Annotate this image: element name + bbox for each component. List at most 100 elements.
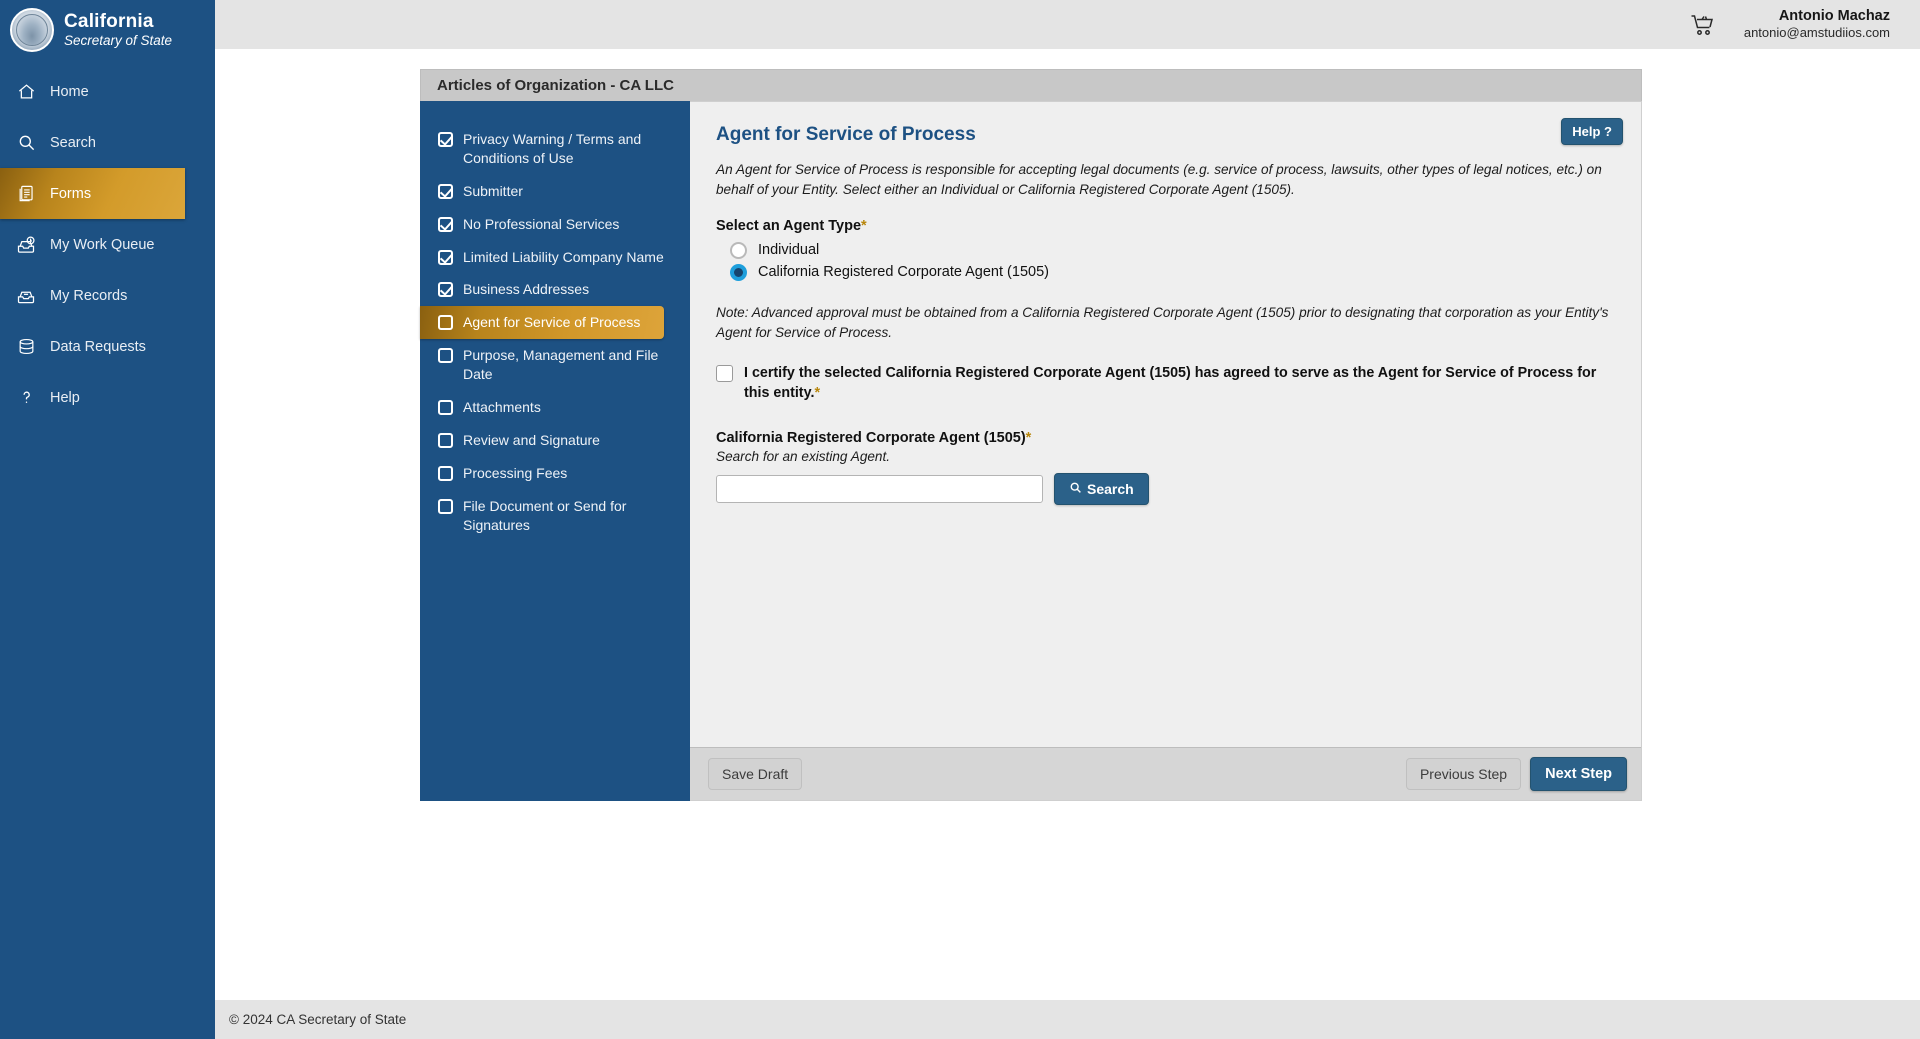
form-step-label: Purpose, Management and File Date — [463, 346, 676, 384]
form-step-label: Attachments — [463, 398, 541, 417]
step-unchecked-icon — [438, 400, 453, 415]
form-step-list: Privacy Warning / Terms and Conditions o… — [420, 101, 690, 801]
radio-individual-input[interactable] — [730, 242, 747, 259]
certify-checkbox-row[interactable]: I certify the selected California Regist… — [716, 363, 1615, 404]
sidebar: California Secretary of State Home — [0, 0, 215, 1039]
required-asterisk: * — [814, 385, 820, 401]
page-title: Agent for Service of Process — [716, 124, 1615, 146]
form-step-item[interactable]: Review and Signature — [420, 424, 690, 457]
agent-search-label: California Registered Corporate Agent (1… — [716, 430, 1615, 446]
agent-search-button-label: Search — [1087, 481, 1134, 497]
main-region: Antonio Machaz antonio@amstudiios.com Ar… — [215, 0, 1920, 1039]
form-step-item[interactable]: Privacy Warning / Terms and Conditions o… — [420, 123, 690, 175]
agent-search-label-text: California Registered Corporate Agent (1… — [716, 430, 1026, 446]
agent-type-label: Select an Agent Type* — [716, 218, 1615, 234]
sidebar-nav: Home Search Forms — [0, 66, 215, 423]
copyright-text: © 2024 CA Secretary of State — [229, 1012, 406, 1027]
form-step-label: Submitter — [463, 182, 523, 201]
form-step-item[interactable]: Business Addresses — [420, 273, 690, 306]
form-panel: Help ? Agent for Service of Process An A… — [690, 101, 1642, 801]
sidebar-item-my-work-queue[interactable]: My Work Queue — [0, 219, 215, 270]
sidebar-item-label: Help — [50, 390, 80, 406]
agent-type-label-text: Select an Agent Type — [716, 218, 861, 234]
brand-text: California Secretary of State — [64, 12, 172, 48]
question-mark-icon — [16, 388, 36, 408]
form-step-label: Business Addresses — [463, 280, 589, 299]
form-step-label: No Professional Services — [463, 215, 619, 234]
sidebar-item-label: Forms — [50, 186, 91, 202]
panel-content: Help ? Agent for Service of Process An A… — [690, 102, 1641, 747]
form-body: Privacy Warning / Terms and Conditions o… — [420, 101, 1642, 801]
step-unchecked-icon — [438, 466, 453, 481]
agent-search-button[interactable]: Search — [1054, 473, 1149, 505]
form-step-item[interactable]: Attachments — [420, 391, 690, 424]
form-step-label: Review and Signature — [463, 431, 600, 450]
forms-icon — [16, 184, 36, 204]
form-step-label: Agent for Service of Process — [463, 313, 640, 332]
form-footer: Save Draft Previous Step Next Step — [690, 747, 1641, 800]
sidebar-item-label: My Work Queue — [50, 237, 155, 253]
sidebar-item-label: My Records — [50, 288, 127, 304]
step-checked-icon — [438, 184, 453, 199]
user-account-info[interactable]: Antonio Machaz antonio@amstudiios.com — [1744, 7, 1890, 41]
page-footer: © 2024 CA Secretary of State — [215, 1000, 1920, 1039]
step-checked-icon — [438, 217, 453, 232]
footer-nav-buttons: Previous Step Next Step — [1406, 757, 1627, 791]
sidebar-item-label: Home — [50, 84, 89, 100]
form-step-item[interactable]: Processing Fees — [420, 457, 690, 490]
radio-option-corporate-agent[interactable]: California Registered Corporate Agent (1… — [730, 264, 1615, 281]
form-step-item[interactable]: No Professional Services — [420, 208, 690, 241]
form-step-item[interactable]: Submitter — [420, 175, 690, 208]
help-button[interactable]: Help ? — [1561, 118, 1623, 145]
form-card: Articles of Organization - CA LLC Privac… — [420, 69, 1642, 801]
save-draft-button[interactable]: Save Draft — [708, 758, 802, 790]
certify-label-text: I certify the selected California Regist… — [744, 365, 1596, 401]
user-name: Antonio Machaz — [1779, 7, 1890, 25]
form-step-item-active[interactable]: Agent for Service of Process — [420, 306, 664, 339]
advanced-approval-note: Note: Advanced approval must be obtained… — [716, 303, 1615, 343]
step-unchecked-icon — [438, 499, 453, 514]
form-step-label: Privacy Warning / Terms and Conditions o… — [463, 130, 676, 168]
radio-individual-label: Individual — [758, 242, 819, 258]
top-bar: Antonio Machaz antonio@amstudiios.com — [215, 0, 1920, 49]
radio-corporate-agent-label: California Registered Corporate Agent (1… — [758, 264, 1049, 280]
sidebar-item-help[interactable]: Help — [0, 372, 215, 423]
sidebar-item-search[interactable]: Search — [0, 117, 215, 168]
sidebar-item-my-records[interactable]: My Records — [0, 270, 215, 321]
certify-label: I certify the selected California Regist… — [744, 363, 1615, 404]
agent-search-hint: Search for an existing Agent. — [716, 449, 1615, 464]
agent-search-input[interactable] — [716, 475, 1043, 503]
form-step-item[interactable]: File Document or Send for Signatures — [420, 490, 690, 542]
records-tray-icon — [16, 286, 36, 306]
content-area: Articles of Organization - CA LLC Privac… — [215, 49, 1920, 1000]
form-title: Articles of Organization - CA LLC — [437, 77, 674, 94]
form-step-item[interactable]: Purpose, Management and File Date — [420, 339, 690, 391]
sidebar-item-home[interactable]: Home — [0, 66, 215, 117]
form-step-label: Limited Liability Company Name — [463, 248, 664, 267]
sidebar-item-label: Data Requests — [50, 339, 146, 355]
step-unchecked-icon — [438, 348, 453, 363]
form-step-item[interactable]: Limited Liability Company Name — [420, 241, 690, 274]
form-titlebar: Articles of Organization - CA LLC — [420, 69, 1642, 101]
radio-corporate-agent-input[interactable] — [730, 264, 747, 281]
certify-checkbox[interactable] — [716, 365, 733, 382]
user-email: antonio@amstudiios.com — [1744, 25, 1890, 41]
brand-subtitle: Secretary of State — [64, 34, 172, 48]
panel-description: An Agent for Service of Process is respo… — [716, 160, 1615, 200]
step-unchecked-icon — [438, 433, 453, 448]
form-step-label: File Document or Send for Signatures — [463, 497, 676, 535]
next-step-button[interactable]: Next Step — [1530, 757, 1627, 791]
step-checked-icon — [438, 250, 453, 265]
agent-search-row: Search — [716, 473, 1615, 505]
sidebar-item-data-requests[interactable]: Data Requests — [0, 321, 215, 372]
home-icon — [16, 82, 36, 102]
form-step-label: Processing Fees — [463, 464, 567, 483]
california-state-seal-icon — [10, 8, 54, 52]
radio-option-individual[interactable]: Individual — [730, 242, 1615, 259]
shopping-cart-icon[interactable] — [1688, 11, 1718, 39]
sidebar-item-label: Search — [50, 135, 96, 151]
previous-step-button[interactable]: Previous Step — [1406, 758, 1521, 790]
step-checked-icon — [438, 282, 453, 297]
search-icon — [16, 133, 36, 153]
sidebar-item-forms[interactable]: Forms — [0, 168, 185, 219]
